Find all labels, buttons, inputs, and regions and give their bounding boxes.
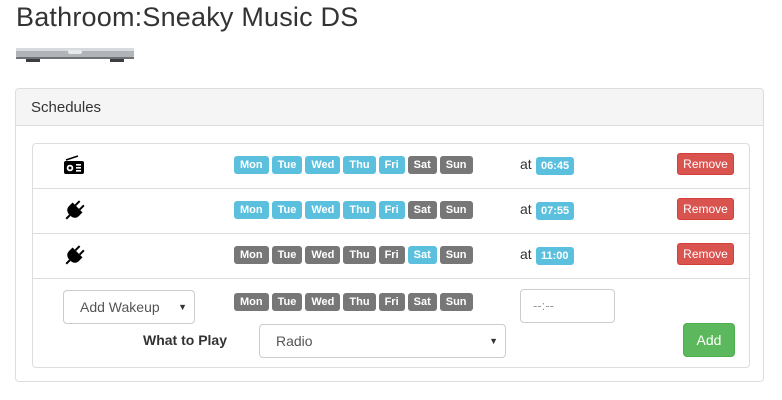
schedule-row: Mon Tue Wed Thu Fri Sat Sun at 11:00 Rem… — [33, 234, 749, 279]
day-toggle[interactable]: Sat — [407, 293, 437, 311]
day-badge[interactable]: Tue — [271, 201, 303, 219]
caret-down-icon: ▼ — [489, 336, 498, 346]
day-badge[interactable]: Fri — [378, 156, 405, 174]
schedule-type-select[interactable]: Add Wakeup ▼ — [63, 290, 195, 324]
day-badge[interactable]: Sat — [407, 201, 437, 219]
remove-button[interactable]: Remove — [677, 153, 734, 175]
day-badge[interactable]: Wed — [305, 201, 341, 219]
day-toggle[interactable]: Thu — [343, 293, 376, 311]
day-toggle[interactable]: Tue — [271, 293, 303, 311]
schedule-type-value: Add Wakeup — [80, 299, 160, 315]
day-badge[interactable]: Tue — [271, 156, 303, 174]
at-label: at — [520, 201, 532, 217]
schedule-row: Mon Tue Wed Thu Fri Sat Sun at 06:45 Rem… — [33, 144, 749, 189]
radio-icon — [64, 155, 84, 174]
day-badges: Mon Tue Wed Thu Fri Sat Sun — [234, 156, 473, 174]
day-badge[interactable]: Mon — [234, 201, 269, 219]
day-badge[interactable]: Thu — [343, 156, 376, 174]
what-to-play-label: What to Play — [143, 332, 228, 348]
day-badge[interactable]: Mon — [234, 156, 269, 174]
schedule-list: Mon Tue Wed Thu Fri Sat Sun at 06:45 Rem… — [32, 143, 750, 368]
schedules-panel: Schedules Mon Tue Wed Thu Fri Sat Sun at… — [15, 88, 764, 382]
what-to-play-select[interactable]: Radio ▼ — [259, 324, 506, 358]
day-badge[interactable]: Sun — [439, 246, 473, 264]
what-to-play-value: Radio — [276, 333, 313, 349]
remove-button[interactable]: Remove — [677, 243, 734, 265]
panel-heading: Schedules — [16, 89, 763, 126]
day-toggle[interactable]: Wed — [305, 293, 341, 311]
day-badge[interactable]: Thu — [343, 246, 376, 264]
at-label: at — [520, 246, 532, 262]
day-toggle[interactable]: Fri — [378, 293, 405, 311]
plug-icon — [65, 245, 85, 265]
day-badges: Mon Tue Wed Thu Fri Sat Sun — [234, 201, 473, 219]
day-badge[interactable]: Tue — [271, 246, 303, 264]
remove-button[interactable]: Remove — [677, 198, 734, 220]
new-day-badges: Mon Tue Wed Thu Fri Sat Sun — [234, 293, 473, 311]
schedule-row: Mon Tue Wed Thu Fri Sat Sun at 07:55 Rem… — [33, 189, 749, 234]
new-schedule-row: Add Wakeup ▼ Mon Tue Wed Thu Fri Sat Sun… — [33, 279, 749, 367]
time-input[interactable]: --:-- — [520, 289, 615, 323]
day-badges: Mon Tue Wed Thu Fri Sat Sun — [234, 246, 473, 264]
day-toggle[interactable]: Mon — [234, 293, 269, 311]
day-badge[interactable]: Fri — [378, 201, 405, 219]
day-badge[interactable]: Mon — [234, 246, 269, 264]
day-badge[interactable]: Sat — [407, 246, 437, 264]
day-badge[interactable]: Sun — [439, 201, 473, 219]
plug-icon — [65, 200, 85, 220]
time-badge: 07:55 — [536, 202, 575, 220]
day-badge[interactable]: Wed — [305, 156, 341, 174]
day-badge[interactable]: Fri — [378, 246, 405, 264]
day-toggle[interactable]: Sun — [439, 293, 473, 311]
day-badge[interactable]: Sun — [439, 156, 473, 174]
day-badge[interactable]: Thu — [343, 201, 376, 219]
time-badge: 06:45 — [536, 157, 575, 175]
device-image — [16, 48, 134, 62]
day-badge[interactable]: Wed — [305, 246, 341, 264]
caret-down-icon: ▼ — [178, 302, 187, 312]
page-title: Bathroom:Sneaky Music DS — [16, 2, 359, 32]
add-button[interactable]: Add — [683, 323, 735, 357]
at-label: at — [520, 156, 532, 172]
time-badge: 11:00 — [536, 247, 574, 265]
day-badge[interactable]: Sat — [407, 156, 437, 174]
